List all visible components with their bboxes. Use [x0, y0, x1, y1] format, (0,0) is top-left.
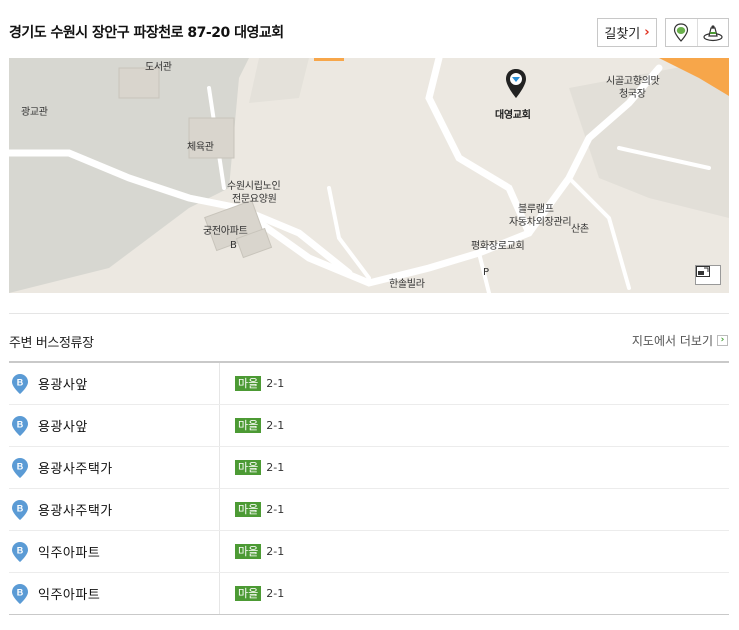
- bus-route-cell: 마을 2-1: [220, 531, 284, 572]
- bus-stop-name-cell: B 익주아파트: [9, 531, 220, 572]
- bus-stop-row[interactable]: B 용광사주택가 마을 2-1: [9, 489, 729, 531]
- bus-stop-list: B 용광사앞 마을 2-1 B 용광사앞 마을 2-1 B 용광사주택가 마을 …: [9, 361, 729, 615]
- map-label-restaurant-line2: 청국장: [619, 89, 646, 100]
- route-type-badge: 마을: [235, 502, 262, 517]
- directions-button[interactable]: 길찾기 ›: [597, 18, 657, 47]
- bus-stop-badge-letter: B: [17, 461, 24, 471]
- map-label-gym: 체육관: [187, 142, 214, 153]
- nearby-bus-stops-title: 주변 버스정류장: [9, 336, 94, 351]
- bus-stop-name[interactable]: 용광사주택가: [38, 458, 113, 477]
- bus-stop-name[interactable]: 익주아파트: [38, 584, 100, 603]
- chevron-right-icon: ›: [644, 25, 650, 40]
- bus-stop-name[interactable]: 용광사주택가: [38, 500, 113, 519]
- map-expand-button[interactable]: [695, 265, 721, 285]
- route-number[interactable]: 2-1: [266, 587, 284, 600]
- bus-stop-name[interactable]: 익주아파트: [38, 542, 100, 561]
- place-header: 경기도 수원시 장안구 파장천로 87-20 대영교회 길찾기 ›: [9, 18, 729, 50]
- bus-stop-pin-icon: B: [12, 373, 28, 394]
- bus-stop-name-cell: B 용광사주택가: [9, 447, 220, 488]
- bus-stop-name[interactable]: 용광사앞: [38, 416, 88, 435]
- selected-place-pin-icon: [506, 69, 526, 98]
- map-label-library: 도서관: [145, 62, 172, 73]
- section-divider: [9, 313, 729, 314]
- bus-stop-row[interactable]: B 용광사앞 마을 2-1: [9, 363, 729, 405]
- route-type-badge: 마을: [235, 418, 262, 433]
- bus-stop-row[interactable]: B 익주아파트 마을 2-1: [9, 573, 729, 614]
- bus-stop-pin-icon: B: [12, 499, 28, 520]
- road-view-icon: [703, 24, 723, 41]
- bus-stop-badge-letter: B: [17, 503, 24, 513]
- bus-stop-pin-icon: B: [12, 583, 28, 604]
- route-type-badge: 마을: [235, 544, 262, 559]
- map-label-church: 평화장로교회: [471, 241, 525, 252]
- map-label-hall: 광교관: [21, 107, 48, 118]
- route-number[interactable]: 2-1: [266, 545, 284, 558]
- directions-button-label: 길찾기: [604, 27, 641, 42]
- bus-route-cell: 마을 2-1: [220, 489, 284, 530]
- map-label-village: 산촌: [571, 224, 589, 235]
- route-number[interactable]: 2-1: [266, 377, 284, 390]
- road-view-button[interactable]: [696, 19, 729, 46]
- map-label-nursing-line2: 전문요양원: [232, 194, 277, 205]
- map-label-apartment-b: B: [230, 240, 237, 251]
- map-label-apartment: 궁전아파트: [203, 226, 248, 237]
- bus-stop-row[interactable]: B 익주아파트 마을 2-1: [9, 531, 729, 573]
- bus-stop-pin-icon: B: [12, 415, 28, 436]
- bus-route-cell: 마을 2-1: [220, 363, 284, 404]
- bus-route-cell: 마을 2-1: [220, 573, 284, 614]
- map-label-place: 대영교회: [495, 110, 531, 121]
- route-type-badge: 마을: [235, 460, 262, 475]
- map-pin-traffic-icon: [674, 22, 689, 42]
- bus-stop-pin-icon: B: [12, 457, 28, 478]
- chevron-right-icon: ›: [717, 335, 728, 346]
- route-number[interactable]: 2-1: [266, 461, 284, 474]
- bus-stop-name-cell: B 용광사앞: [9, 405, 220, 446]
- map-label-repair: 자동차외장관리: [509, 217, 572, 228]
- bus-route-cell: 마을 2-1: [220, 405, 284, 446]
- route-type-badge: 마을: [235, 586, 262, 601]
- map-label-parking: P: [483, 267, 489, 278]
- bus-stop-name-cell: B 익주아파트: [9, 573, 220, 614]
- view-more-label: 지도에서 더보기: [631, 334, 713, 348]
- place-address: 경기도 수원시 장안구 파장천로 87-20 대영교회: [9, 25, 284, 41]
- bus-stop-name-cell: B 용광사앞: [9, 363, 220, 404]
- map-label-villa: 한솔빌라: [389, 279, 425, 290]
- expand-map-icon: [696, 266, 710, 277]
- bus-stop-badge-letter: B: [17, 545, 24, 555]
- bus-stop-row[interactable]: B 용광사주택가 마을 2-1: [9, 447, 729, 489]
- bus-stop-badge-letter: B: [17, 419, 24, 429]
- bus-stop-name[interactable]: 용광사앞: [38, 374, 88, 393]
- traffic-pin-button[interactable]: [666, 19, 697, 46]
- route-number[interactable]: 2-1: [266, 503, 284, 516]
- view-more-on-map-link[interactable]: 지도에서 더보기 ›: [632, 332, 728, 349]
- bus-stop-name-cell: B 용광사주택가: [9, 489, 220, 530]
- route-number[interactable]: 2-1: [266, 419, 284, 432]
- map-tools: [665, 18, 729, 47]
- bus-stop-badge-letter: B: [17, 587, 24, 597]
- route-type-badge: 마을: [235, 376, 262, 391]
- bus-stop-row[interactable]: B 용광사앞 마을 2-1: [9, 405, 729, 447]
- bus-stop-pin-icon: B: [12, 541, 28, 562]
- bus-stop-badge-letter: B: [17, 377, 24, 387]
- location-map[interactable]: 대영교회 시골고향의맛 청국장 도서관 광교관 체육관 수원시립노인 전문요양원…: [9, 58, 729, 293]
- bus-route-cell: 마을 2-1: [220, 447, 284, 488]
